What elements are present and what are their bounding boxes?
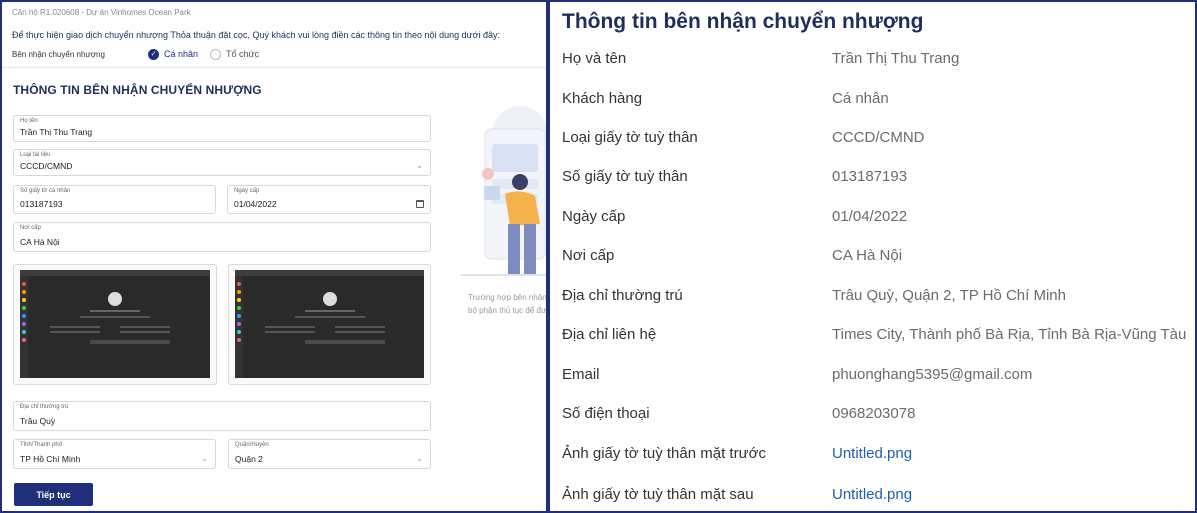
full-name-label: Họ tên (20, 118, 38, 124)
full-name-field[interactable]: Họ tên Trần Thị Thu Trang (13, 115, 431, 142)
radio-organization-label: Tổ chức (226, 49, 260, 59)
summary-value: phuonghang5395@gmail.com (832, 366, 1033, 383)
district-select[interactable]: Quận/Huyện Quận 2 ⌄ (228, 439, 431, 469)
id-front-file-link[interactable]: Untitled.png (832, 445, 912, 462)
calendar-icon[interactable] (416, 200, 424, 208)
id-front-upload[interactable] (13, 264, 217, 385)
summary-title: Thông tin bên nhận chuyển nhượng (562, 10, 924, 33)
id-number-field[interactable]: Số giấy tờ cá nhân 013187193 (13, 185, 216, 214)
summary-label: Ảnh giấy tờ tuỳ thân mặt sau (562, 486, 754, 503)
doc-type-value: CCCD/CMND (20, 161, 73, 171)
issue-date-value: 01/04/2022 (234, 199, 277, 209)
form-title: THÔNG TIN BÊN NHẬN CHUYỂN NHƯỢNG (13, 83, 262, 97)
issue-place-field[interactable]: Nơi cấp CA Hà Nội (13, 222, 431, 252)
permanent-address-field[interactable]: Địa chỉ thường trú Trâu Quỳ (13, 401, 431, 431)
permanent-address-value: Trâu Quỳ (20, 416, 56, 426)
intro-text: Để thực hiện giao dịch chuyển nhượng Thỏ… (12, 30, 501, 40)
province-value: TP Hồ Chí Minh (20, 454, 81, 464)
id-back-upload[interactable] (228, 264, 431, 385)
summary-value: 01/04/2022 (832, 208, 908, 225)
summary-label: Địa chỉ liên hệ (562, 326, 657, 343)
issue-place-value: CA Hà Nội (20, 237, 60, 247)
hint-line-2: bộ phận thủ tục để đư (468, 306, 547, 315)
summary-label: Loại giấy tờ tuỳ thân (562, 129, 698, 146)
doc-type-select[interactable]: Loại tài liệu CCCD/CMND ⌄ (13, 149, 431, 176)
chevron-down-icon: ⌄ (201, 454, 208, 463)
divider (2, 67, 546, 68)
summary-label: Họ và tên (562, 50, 627, 67)
chevron-down-icon: ⌄ (416, 161, 423, 170)
province-select[interactable]: Tỉnh/Thành phố TP Hồ Chí Minh ⌄ (13, 439, 216, 469)
summary-value: Trần Thị Thu Trang (832, 50, 960, 67)
permanent-address-label: Địa chỉ thường trú (20, 404, 69, 410)
summary-label: Email (562, 366, 600, 383)
radio-organization[interactable]: Tổ chức (210, 48, 260, 60)
person-illustration (460, 106, 546, 276)
id-front-thumbnail (20, 270, 210, 378)
issue-date-field[interactable]: Ngày cấp 01/04/2022 (227, 185, 431, 214)
transfer-form-panel: Căn hộ R1.020608 - Dự án Vinhomes Ocean … (0, 0, 548, 513)
id-number-label: Số giấy tờ cá nhân (20, 188, 71, 194)
recipient-type-label: Bên nhận chuyển nhượng (12, 49, 105, 59)
radio-individual[interactable]: ✓ Cá nhân (148, 48, 199, 60)
summary-value: CA Hà Nội (832, 247, 903, 264)
recipient-type-row: Bên nhận chuyển nhượng ✓ Cá nhân Tổ chức (12, 47, 536, 61)
continue-button[interactable]: Tiếp tục (14, 483, 93, 506)
summary-label: Khách hàng (562, 90, 643, 107)
radio-individual-label: Cá nhân (164, 49, 199, 59)
district-label: Quận/Huyện (235, 442, 269, 448)
hint-text: Trường hợp bên nhận bộ phận thủ tục để đ… (468, 291, 547, 317)
hint-line-1: Trường hợp bên nhận (468, 293, 547, 302)
id-back-file-link[interactable]: Untitled.png (832, 486, 912, 503)
summary-label: Số điện thoại (562, 405, 650, 422)
full-name-value: Trần Thị Thu Trang (20, 127, 93, 137)
chevron-down-icon: ⌄ (416, 454, 423, 463)
recipient-summary-panel: Thông tin bên nhận chuyển nhượng Họ và t… (548, 0, 1197, 513)
summary-label: Số giấy tờ tuỳ thân (562, 168, 688, 185)
summary-value: 0968203078 (832, 405, 916, 422)
summary-value: Times City, Thành phố Bà Rịa, Tỉnh Bà Rị… (832, 326, 1187, 343)
id-number-value: 013187193 (20, 199, 63, 209)
issue-date-label: Ngày cấp (234, 188, 260, 194)
doc-type-label: Loại tài liệu (20, 152, 51, 158)
check-circle-icon: ✓ (148, 48, 159, 60)
breadcrumb: Căn hộ R1.020608 - Dự án Vinhomes Ocean … (12, 8, 191, 17)
summary-value: Cá nhân (832, 90, 889, 107)
summary-value: Trâu Quỳ, Quận 2, TP Hồ Chí Minh (832, 287, 1066, 304)
district-value: Quận 2 (235, 454, 263, 464)
summary-value: 013187193 (832, 168, 908, 185)
summary-label: Nơi cấp (562, 247, 615, 264)
issue-place-label: Nơi cấp (20, 225, 41, 231)
summary-label: Ảnh giấy tờ tuỳ thân mặt trước (562, 445, 766, 462)
summary-value: CCCD/CMND (832, 129, 925, 146)
province-label: Tỉnh/Thành phố (20, 442, 63, 448)
summary-label: Ngày cấp (562, 208, 626, 225)
id-back-thumbnail (235, 270, 424, 378)
radio-empty-icon (210, 48, 222, 60)
summary-label: Địa chỉ thường trú (562, 287, 683, 304)
